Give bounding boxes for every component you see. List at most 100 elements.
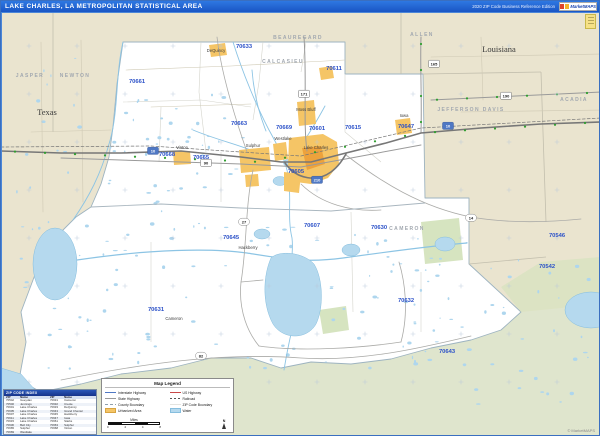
lacassine-pool [434, 236, 456, 252]
us-shield-90: 90 [200, 158, 212, 167]
city-label: DeQuincy [207, 48, 226, 53]
legend-swatch-line-county [105, 402, 116, 407]
legend-label: County Boundary [118, 402, 145, 407]
city-label: Moss Bluff [296, 107, 316, 112]
scale-bar: Miles 0248 [107, 418, 161, 429]
legend-swatch-fill-urban [105, 408, 116, 413]
calcasieu-lake [264, 252, 322, 337]
interstate-shield-10: 10 [147, 146, 159, 155]
shield-label: 210 [314, 178, 321, 183]
logo-square-yellow-icon [565, 4, 570, 9]
legend-swatch-line-interstate [105, 390, 116, 395]
zip-code-label: 70546 [549, 233, 566, 239]
zip-code-label: 70645 [223, 235, 240, 241]
legend-items: Interstate Highway US Highway State Highwa… [105, 390, 230, 418]
logo-square-red-icon [560, 4, 565, 9]
north-arrow: N [222, 419, 226, 429]
legend-swatch-line-zip [169, 402, 181, 407]
shield-label: 27 [242, 220, 247, 225]
zip-code-label: 70663 [231, 121, 248, 127]
grand-lake [341, 243, 361, 257]
state-label: Louisiana [482, 44, 516, 54]
legend-label: Water [182, 408, 192, 413]
page-title: LAKE CHARLES, LA METROPOLITAN STATISTICA… [5, 3, 203, 10]
zip-table-cell: Westlake [20, 429, 32, 434]
scale-tick: 2 [124, 425, 127, 429]
scale-tick: 4 [141, 425, 144, 429]
zip-code-label: 70542 [539, 264, 555, 270]
shield-label: 171 [301, 92, 308, 97]
county-label: JEFFERSON DAVIS [437, 107, 504, 113]
city-label: Hackberry [238, 245, 258, 250]
legend-item: Water [169, 408, 231, 414]
county-label: CAMERON [389, 226, 425, 232]
zip-code-label: 70615 [345, 125, 362, 131]
brand-logo: MarketMAPS [559, 2, 597, 11]
title-bar: LAKE CHARLES, LA METROPOLITAN STATISTICA… [1, 1, 599, 12]
legend-title: Map Legend [105, 381, 230, 388]
scale-tick: 8 [159, 425, 161, 429]
county-label: CALCASIEU [262, 59, 304, 65]
county-label: ALLEN [410, 32, 434, 38]
corner-sticker [585, 14, 596, 29]
zip-table-row: 70669 Westlake [4, 429, 96, 434]
city-label: Vinton [176, 145, 188, 150]
shield-label: 10 [151, 149, 156, 154]
legend-label: State Highway [118, 396, 140, 401]
zip-code-label: 70661 [129, 79, 146, 85]
city-label: Sulphur [246, 143, 261, 148]
legend-swatch-fill-water [169, 408, 181, 413]
us-shield-190: 190 [500, 91, 512, 100]
state-shield-14: 14 [465, 213, 477, 222]
urban-vinton [173, 151, 191, 165]
zip-code-label: 70668 [159, 152, 176, 158]
copyright-note: © MarketMAPS [567, 428, 595, 433]
state-shield-82: 82 [195, 351, 207, 360]
legend-label: ZIP Code Boundary [182, 402, 213, 407]
map-canvas: Texas Louisiana JASPER NEWTON BEAUREGARD CALC… [1, 12, 599, 435]
legend-swatch-line-us [169, 390, 181, 395]
zip-code-label: 70647 [398, 124, 414, 130]
interstate-shield-10: 10 [442, 121, 454, 130]
shield-label: 14 [469, 216, 474, 221]
us-shield-165: 165 [428, 59, 440, 68]
county-label: BEAUREGARD [273, 35, 323, 41]
legend-label: Urbanized Area [118, 408, 142, 413]
zip-code-label: 70607 [304, 223, 320, 229]
sabine-lake [32, 227, 78, 301]
zip-code-label: 70611 [326, 66, 343, 72]
zip-code-label: 70631 [148, 307, 165, 313]
scale-tick: 0 [107, 425, 109, 429]
state-label: Texas [37, 107, 57, 117]
shield-label: 190 [503, 94, 510, 99]
zip-table-cell [64, 431, 94, 434]
zip-code-label: 70632 [398, 298, 414, 304]
map-poster: LAKE CHARLES, LA METROPOLITAN STATISTICA… [0, 0, 600, 436]
city-label: Cameron [165, 316, 183, 321]
us-shield-171: 171 [298, 89, 310, 98]
zip-table-cell: 70669 [6, 429, 15, 434]
legend-swatch-line-rail [169, 396, 181, 401]
zip-code-label: 70669 [276, 125, 293, 131]
zip-code-label: 70605 [288, 169, 305, 175]
map-legend: Map Legend Interstate Highway US Highway S… [101, 378, 234, 433]
zip-code-label: 70633 [236, 44, 253, 50]
zip-code-label: 70630 [371, 225, 387, 231]
zip-table-cell [50, 431, 64, 434]
city-label: Lake Charles [304, 145, 329, 150]
city-label: Iowa [400, 113, 410, 118]
legend-item: Urbanized Area [105, 408, 166, 414]
scale-ticks: 0 2 4 8 [107, 425, 161, 429]
shield-label: 82 [199, 354, 204, 359]
brand-logo-text: MarketMAPS [570, 4, 596, 9]
interstate-shield-210: 210 [311, 175, 323, 184]
shield-label: 10 [446, 124, 451, 129]
state-shield-27: 27 [238, 217, 250, 226]
legend-label: Railroad [182, 396, 196, 401]
zip-code-label: 70601 [309, 126, 326, 132]
legend-label: US Highway [182, 390, 202, 395]
shield-label: 90 [204, 161, 209, 166]
shield-label: 165 [431, 62, 438, 67]
city-label: Westlake [274, 136, 292, 141]
legend-label: Interstate Highway [118, 390, 147, 395]
